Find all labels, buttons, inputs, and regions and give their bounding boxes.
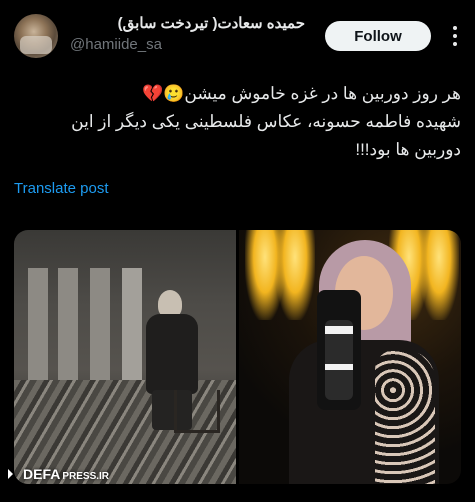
author-info[interactable]: حمیده سعادت( تیردخت سابق) @hamiide_sa (70, 14, 305, 53)
post-text-line: هر روز دوربین ها در غزه خاموش میشن🥲💔 (142, 84, 461, 103)
author-display-name[interactable]: حمیده سعادت( تیردخت سابق) (70, 14, 305, 32)
media-grid[interactable] (14, 230, 461, 484)
woman-with-camera (279, 240, 439, 484)
camera-icon (317, 290, 361, 410)
author-handle[interactable]: @hamiide_sa (70, 36, 305, 53)
defa-press-logo-icon (8, 469, 18, 479)
post-header: حمیده سعادت( تیردخت سابق) @hamiide_sa Fo… (0, 0, 475, 70)
follow-button[interactable]: Follow (325, 21, 431, 51)
photo-ruins[interactable] (14, 230, 236, 484)
watermark: DEFA PRESS.IR (8, 466, 109, 482)
watermark-main: DEFA (23, 466, 61, 482)
watermark-sub: PRESS.IR (62, 471, 110, 482)
post-text: هر روز دوربین ها در غزه خاموش میشن🥲💔 شهی… (14, 80, 461, 164)
post-text-line: شهیده فاطمه حسونه، عکاس فلسطینی یکی دیگر… (71, 112, 461, 131)
avatar[interactable] (14, 14, 58, 58)
translate-post-link[interactable]: Translate post (14, 180, 109, 197)
more-options-icon[interactable] (445, 22, 465, 50)
photo-portrait[interactable] (239, 230, 461, 484)
post-text-line: دوربین ها بود!!! (355, 140, 461, 159)
